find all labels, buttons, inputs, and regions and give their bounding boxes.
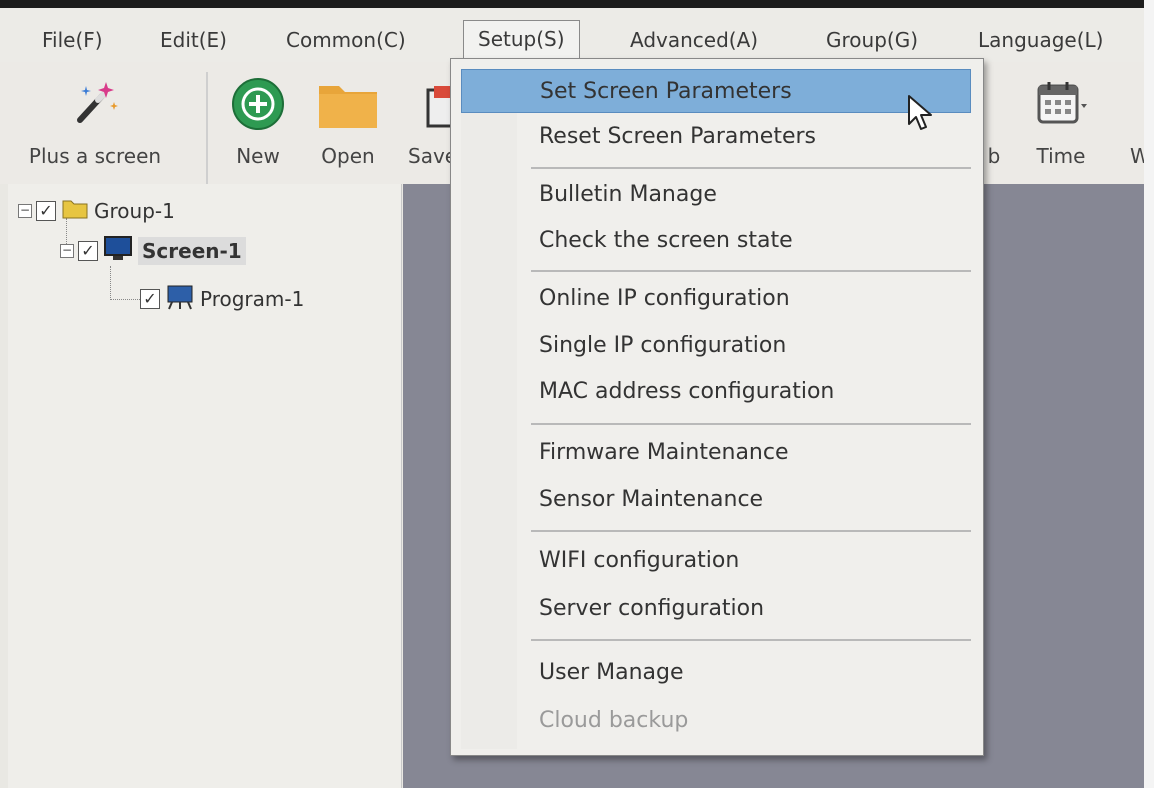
menu-advanced[interactable]: Advanced(A) (616, 22, 772, 58)
menu-item-cloud-backup[interactable]: Cloud backup (461, 699, 971, 743)
tree-screen-row[interactable]: − ✓ Screen-1 (60, 234, 246, 268)
clock-label-partial: b (987, 144, 1001, 168)
open-button[interactable]: Open (306, 62, 390, 184)
menu-edit[interactable]: Edit(E) (146, 22, 241, 58)
time-label: Time (1036, 144, 1086, 168)
window-top-edge (0, 0, 1154, 8)
time-button[interactable]: Time (1024, 62, 1098, 184)
tree-program-row[interactable]: ✓ Program-1 (140, 282, 304, 316)
collapse-toggle[interactable]: − (18, 204, 32, 218)
menu-group[interactable]: Group(G) (812, 22, 932, 58)
new-label: New (236, 144, 280, 168)
menu-bar: File(F) Edit(E) Common(C) Setup(S) Advan… (0, 8, 1144, 68)
menu-item-sensor-maintenance[interactable]: Sensor Maintenance (461, 478, 971, 522)
menu-item-online-ip-configuration[interactable]: Online IP configuration (461, 277, 971, 321)
plus-screen-button[interactable]: Plus a screen (0, 62, 190, 184)
menu-separator (531, 270, 971, 272)
screen-checkbox[interactable]: ✓ (78, 241, 98, 261)
menu-item-mac-address-configuration[interactable]: MAC address configuration (461, 370, 971, 414)
menu-item-bulletin-manage[interactable]: Bulletin Manage (461, 173, 971, 217)
project-tree: − ✓ Group-1 − ✓ Screen-1 ✓ Program-1 (8, 184, 402, 788)
monitor-icon (104, 235, 132, 267)
menu-item-set-screen-parameters[interactable]: Set Screen Parameters (461, 69, 971, 113)
collapse-toggle[interactable]: − (60, 244, 74, 258)
plus-screen-label: Plus a screen (28, 144, 162, 168)
menu-separator (531, 530, 971, 532)
menu-item-wifi-configuration[interactable]: WIFI configuration (461, 539, 971, 583)
menu-common[interactable]: Common(C) (272, 22, 420, 58)
magic-wand-icon (68, 76, 122, 134)
menu-item-single-ip-configuration[interactable]: Single IP configuration (461, 324, 971, 368)
clock-button[interactable]: b (984, 62, 1004, 184)
tree-group-row[interactable]: − ✓ Group-1 (18, 194, 175, 228)
new-button[interactable]: New (220, 62, 296, 184)
setup-dropdown-menu: Set Screen Parameters Reset Screen Param… (450, 58, 984, 756)
menu-separator (531, 639, 971, 641)
toolbar-divider (206, 72, 208, 184)
group-label: Group-1 (94, 199, 175, 223)
menu-language[interactable]: Language(L) (964, 22, 1117, 58)
screen-label: Screen-1 (138, 237, 246, 265)
open-label: Open (321, 144, 375, 168)
folder-icon (317, 76, 379, 136)
folder-icon (62, 198, 88, 225)
group-checkbox[interactable]: ✓ (36, 201, 56, 221)
menu-separator (531, 423, 971, 425)
program-label: Program-1 (200, 287, 305, 311)
plus-circle-icon (230, 76, 286, 136)
menu-separator (531, 167, 971, 169)
cutoff-label: W (1130, 144, 1144, 168)
calendar-icon (1033, 76, 1089, 134)
menu-item-user-manage[interactable]: User Manage (461, 651, 971, 695)
toolbar-cutoff-button[interactable]: W (1126, 62, 1144, 184)
menu-item-server-configuration[interactable]: Server configuration (461, 587, 971, 631)
program-board-icon (166, 284, 194, 315)
menu-item-reset-screen-parameters[interactable]: Reset Screen Parameters (461, 115, 971, 159)
program-checkbox[interactable]: ✓ (140, 289, 160, 309)
window-right-edge (1144, 0, 1154, 788)
menu-item-check-screen-state[interactable]: Check the screen state (461, 219, 971, 263)
mouse-pointer-icon (906, 94, 940, 138)
menu-item-firmware-maintenance[interactable]: Firmware Maintenance (461, 431, 971, 475)
menu-file[interactable]: File(F) (28, 22, 117, 58)
